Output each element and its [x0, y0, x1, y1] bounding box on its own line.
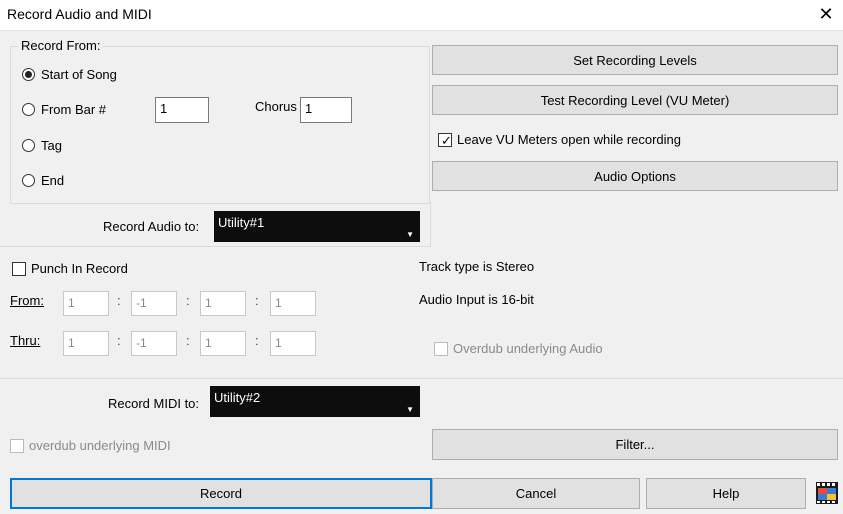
colon: : — [186, 333, 190, 348]
close-button[interactable]: ✕ — [815, 3, 837, 25]
separator-vertical — [430, 202, 431, 247]
record-audio-value: Utility#1 — [218, 215, 265, 230]
radio-end[interactable] — [22, 174, 35, 187]
filter-button[interactable]: Filter... — [432, 429, 838, 460]
help-button[interactable]: Help — [646, 478, 806, 509]
radio-start-of-song-label: Start of Song — [41, 67, 117, 82]
radio-tag-label: Tag — [41, 138, 62, 153]
overdub-audio-label: Overdub underlying Audio — [453, 341, 603, 356]
from-beat-field[interactable]: -1 — [131, 291, 177, 316]
colon: : — [255, 293, 259, 308]
cancel-button[interactable]: Cancel — [432, 478, 640, 509]
radio-from-bar-label: From Bar # — [41, 102, 107, 117]
separator-midi — [0, 378, 843, 379]
radio-tag[interactable] — [22, 139, 35, 152]
from-chorus-field[interactable]: 1 — [270, 291, 316, 316]
radio-end-label: End — [41, 173, 65, 188]
overdub-midi-label: overdub underlying MIDI — [29, 438, 171, 453]
audio-options-button[interactable]: Audio Options — [432, 161, 838, 191]
record-from-label: Record From: — [18, 38, 104, 53]
set-recording-levels-button[interactable]: Set Recording Levels — [432, 45, 838, 75]
record-midi-label: Record MIDI to: — [108, 396, 200, 411]
record-audio-dropdown[interactable]: Utility#1 ▼ — [214, 211, 420, 242]
colon: : — [255, 333, 259, 348]
close-icon: ✕ — [818, 3, 834, 24]
radio-from-bar[interactable] — [22, 103, 35, 116]
thru-chorus-field[interactable]: 1 — [270, 331, 316, 356]
record-midi-dropdown[interactable]: Utility#2 ▼ — [210, 386, 420, 417]
record-midi-value: Utility#2 — [214, 390, 261, 405]
thru-tick-field[interactable]: 1 — [200, 331, 246, 356]
leave-vu-checkbox[interactable]: ✓ — [438, 133, 452, 148]
separator-audio — [0, 246, 430, 247]
punch-in-checkbox[interactable] — [12, 262, 26, 276]
punch-in-label: Punch In Record — [31, 261, 128, 276]
dropdown-arrow-icon: ▼ — [406, 405, 414, 414]
overdub-midi-checkbox[interactable] — [10, 439, 24, 453]
thru-beat-field[interactable]: -1 — [131, 331, 177, 356]
radio-start-of-song[interactable] — [22, 68, 35, 81]
colon: : — [117, 293, 121, 308]
audio-input-text: Audio Input is 16-bit — [419, 292, 534, 307]
record-button[interactable]: Record — [10, 478, 432, 509]
test-recording-level-button[interactable]: Test Recording Level (VU Meter) — [432, 85, 838, 115]
window-title: Record Audio and MIDI — [7, 6, 152, 22]
from-bar-field[interactable]: 1 — [63, 291, 109, 316]
track-type-text: Track type is Stereo — [419, 259, 535, 274]
record-audio-label: Record Audio to: — [103, 219, 200, 234]
film-clapper-icon — [816, 482, 838, 504]
overdub-audio-checkbox[interactable] — [434, 342, 448, 356]
from-tick-field[interactable]: 1 — [200, 291, 246, 316]
dropdown-arrow-icon: ▼ — [406, 230, 414, 239]
from-label: From: — [10, 293, 44, 308]
leave-vu-label: Leave VU Meters open while recording — [457, 132, 682, 147]
from-bar-input[interactable]: 1 — [155, 97, 209, 123]
video-help-button[interactable] — [815, 481, 839, 505]
thru-bar-field[interactable]: 1 — [63, 331, 109, 356]
checkmark-icon: ✓ — [441, 133, 452, 148]
thru-label: Thru: — [10, 333, 41, 348]
colon: : — [186, 293, 190, 308]
colon: : — [117, 333, 121, 348]
chorus-label: Chorus — [255, 99, 297, 114]
chorus-input[interactable]: 1 — [300, 97, 352, 123]
